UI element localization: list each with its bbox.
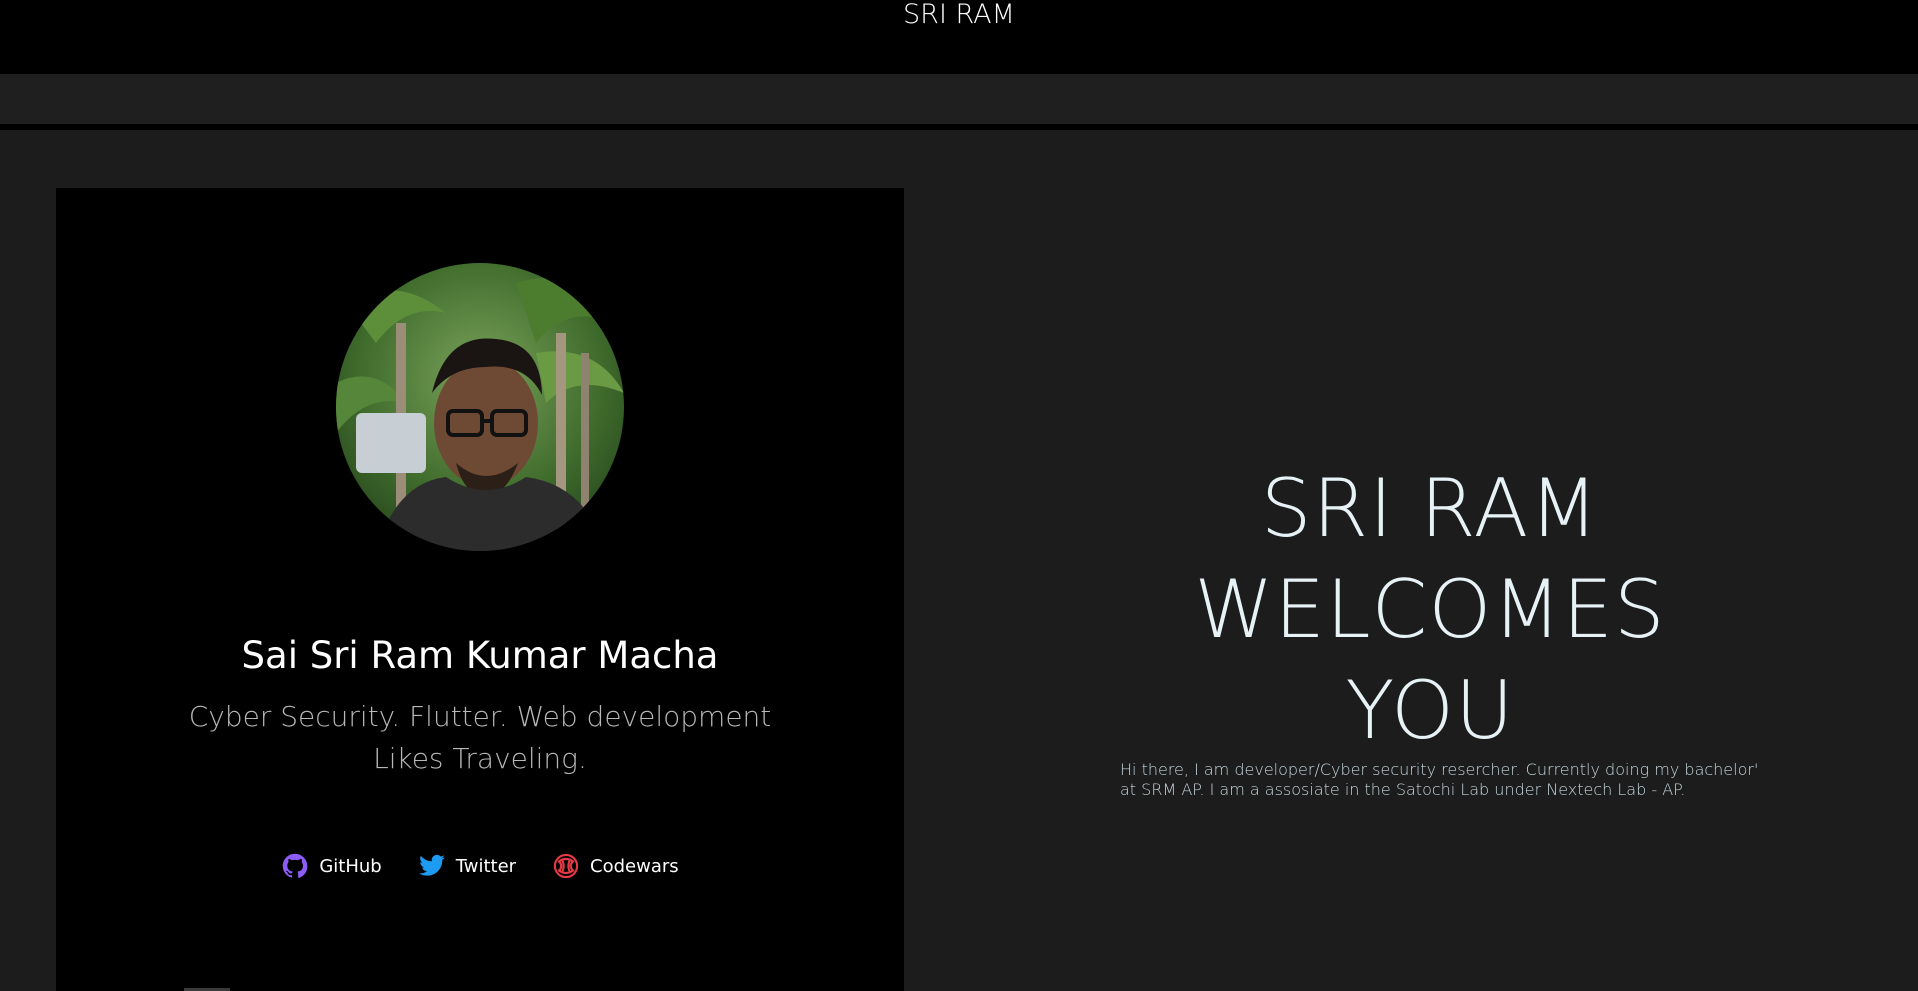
profile-tagline: Cyber Security. Flutter. Web development… [56,696,904,780]
hero-section: SRI RAM WELCOMES YOU [1060,458,1800,761]
twitter-link[interactable]: Twitter [418,852,516,880]
hero-heading-line-1: SRI RAM [1260,462,1600,555]
twitter-label: Twitter [455,855,517,877]
hero-heading-line-3: YOU [1345,664,1515,757]
hero-heading: SRI RAM WELCOMES YOU [1060,458,1800,761]
hero-heading-line-2: WELCOMES [1194,563,1666,656]
github-icon [281,852,309,880]
codewars-icon [552,852,580,880]
top-header-bar: SRI RAM [0,0,1918,74]
site-title[interactable]: SRI RAM [0,0,1918,30]
profile-avatar [336,263,624,551]
codewars-link[interactable]: Codewars [552,852,679,880]
tagline-line-skills: Cyber Security. Flutter. Web development [188,700,772,733]
profile-name: Sai Sri Ram Kumar Macha [241,634,719,677]
github-label: GitHub [319,855,382,877]
navigation-bar [0,74,1918,124]
social-links: GitHub Twitter Codewars [56,852,904,880]
tagline-line-hobby: Likes Traveling. [373,742,587,775]
github-link[interactable]: GitHub [281,852,382,880]
profile-card: Sai Sri Ram Kumar Macha Cyber Security. … [56,188,904,991]
twitter-icon [418,852,446,880]
hero-intro-text: Hi there, I am developer/Cyber security … [1120,760,1759,799]
profile-photo-image [336,263,624,551]
codewars-label: Codewars [590,855,679,877]
